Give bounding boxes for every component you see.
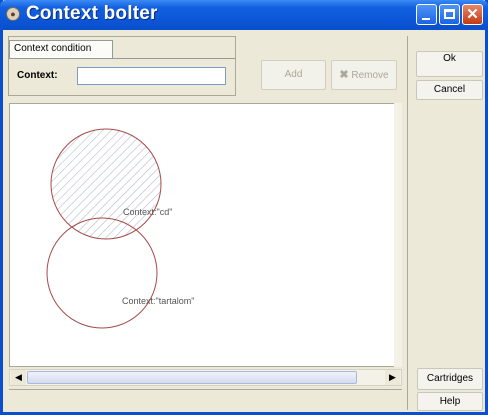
- remove-button[interactable]: ✖ Remove: [331, 60, 397, 90]
- context-input[interactable]: [77, 67, 226, 85]
- window-title: Context bolter: [26, 3, 158, 24]
- cartridges-button[interactable]: Cartridges: [417, 368, 483, 390]
- context-bolter-window: ● Context bolter ✕ Context condition Con…: [0, 0, 488, 415]
- context-label: Context:: [17, 70, 58, 81]
- diagram-canvas[interactable]: Context:"cd" Context:"tartalom": [9, 103, 402, 367]
- close-button[interactable]: ✕: [462, 4, 483, 25]
- x-icon: ✖: [339, 69, 349, 81]
- minimize-button[interactable]: [416, 4, 437, 25]
- close-icon: ✕: [466, 6, 479, 23]
- maximize-icon: [444, 9, 455, 19]
- ok-button[interactable]: Ok: [416, 51, 483, 77]
- scroll-thumb[interactable]: [27, 371, 357, 384]
- minimize-icon: [422, 18, 430, 20]
- ok-button-label: Ok: [443, 53, 456, 64]
- cancel-button[interactable]: Cancel: [416, 80, 483, 100]
- status-area: [9, 389, 402, 409]
- horizontal-scrollbar[interactable]: ◀ ▶: [9, 369, 402, 386]
- context-cd-circle[interactable]: [50, 128, 162, 240]
- tab-context-condition[interactable]: Context condition: [9, 40, 113, 59]
- help-button[interactable]: Help: [417, 392, 483, 411]
- app-icon[interactable]: ●: [6, 7, 20, 21]
- scroll-left-icon[interactable]: ◀: [11, 370, 26, 385]
- vertical-scroll-track[interactable]: [394, 103, 402, 367]
- context-tartalom-label: Context:"tartalom": [122, 296, 194, 306]
- add-button[interactable]: Add: [261, 60, 326, 90]
- context-cd-label: Context:"cd": [123, 207, 172, 217]
- scroll-right-icon[interactable]: ▶: [385, 370, 400, 385]
- context-diagram: Context:"cd" Context:"tartalom": [46, 128, 194, 329]
- remove-button-label: Remove: [351, 70, 389, 81]
- title-bar[interactable]: ● Context bolter ✕: [0, 0, 488, 30]
- maximize-button[interactable]: [439, 4, 460, 25]
